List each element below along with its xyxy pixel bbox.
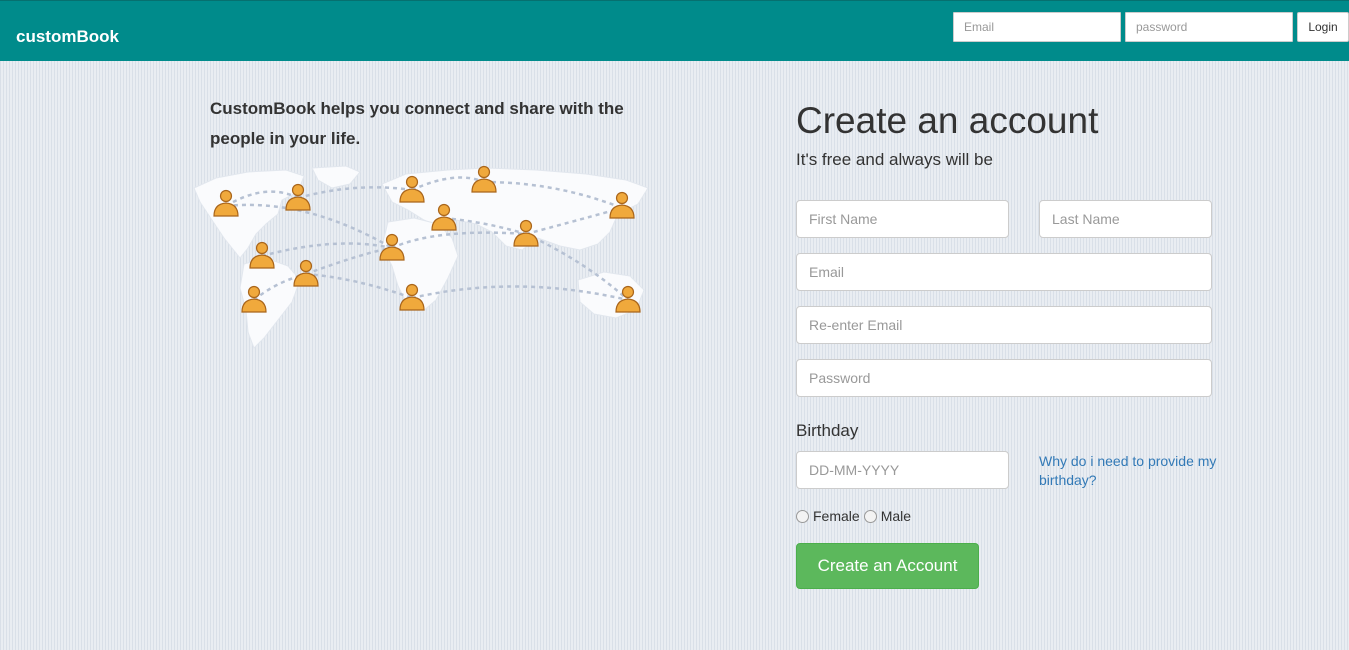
reenter-email-input[interactable] (796, 306, 1212, 344)
person-icon (293, 259, 319, 287)
gender-options: Female Male (796, 508, 915, 524)
top-navbar: customBook Login (0, 0, 1349, 61)
brand-logo[interactable]: customBook (16, 27, 119, 47)
birthday-label: Birthday (796, 421, 859, 440)
greenland-shape (311, 165, 361, 189)
male-label[interactable]: Male (881, 508, 911, 524)
africa-shape (381, 217, 459, 313)
signup-heading: Create an account (796, 100, 1099, 141)
connection-line (305, 246, 393, 276)
connection-line (261, 242, 393, 258)
birthday-input[interactable] (796, 451, 1009, 489)
world-map-illustration (193, 165, 649, 349)
signup-subheading: It's free and always will be (796, 150, 993, 169)
first-name-input[interactable] (796, 200, 1009, 238)
create-account-button[interactable]: Create an Account (796, 543, 979, 589)
female-radio[interactable] (796, 509, 809, 523)
north-america-shape (193, 169, 305, 259)
last-name-input[interactable] (1039, 200, 1212, 238)
female-label[interactable]: Female (813, 508, 860, 524)
login-email-input[interactable] (953, 12, 1121, 42)
password-input[interactable] (796, 359, 1212, 397)
login-password-input[interactable] (1125, 12, 1293, 42)
login-button[interactable]: Login (1297, 12, 1349, 42)
why-birthday-link[interactable]: Why do i need to provide my birthday? (1039, 452, 1239, 490)
person-icon (249, 241, 275, 269)
tagline: CustomBook helps you connect and share w… (210, 99, 624, 148)
email-input[interactable] (796, 253, 1212, 291)
male-radio[interactable] (863, 509, 877, 523)
